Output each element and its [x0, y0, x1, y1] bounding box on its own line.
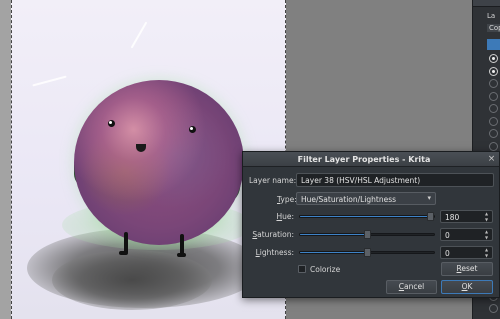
layer-visibility-toggle[interactable]	[487, 128, 500, 140]
button-text: K	[467, 282, 473, 291]
lightness-label: Lightness:	[245, 248, 294, 257]
saturation-label: Saturation:	[245, 230, 294, 239]
colorize-checkbox[interactable]	[298, 265, 306, 273]
label-text: ype:	[280, 195, 297, 204]
eye-icon	[489, 129, 498, 138]
cancel-button[interactable]: Cancel	[386, 280, 437, 294]
blend-mode-dropdown[interactable]: Cop	[487, 24, 500, 32]
label-text: ightness:	[259, 248, 294, 257]
slider-fill	[300, 216, 434, 217]
type-label: Type:	[277, 195, 297, 204]
hue-slider[interactable]	[299, 212, 435, 221]
character-foot	[119, 251, 128, 255]
layer-visibility-toggle[interactable]	[487, 116, 500, 128]
lightness-slider[interactable]	[299, 248, 435, 257]
eye-icon	[489, 66, 498, 76]
selected-layer-row[interactable]	[487, 39, 500, 50]
layer-visibility-toggle[interactable]	[487, 78, 500, 90]
spin-arrows-icon[interactable]: ▲ ▼	[483, 229, 490, 240]
button-text: eset	[461, 264, 478, 273]
hue-spinbox[interactable]: 180 ▲ ▼	[440, 210, 493, 223]
button-text: ancel	[404, 282, 425, 291]
saturation-value: 0	[445, 231, 450, 240]
eye-icon	[489, 54, 498, 63]
slider-handle[interactable]	[363, 248, 371, 257]
chevron-down-icon: ▾	[427, 194, 431, 202]
slider-handle[interactable]	[363, 230, 371, 239]
spin-arrows-icon[interactable]: ▲ ▼	[483, 247, 490, 258]
hue-value: 180	[445, 213, 460, 222]
slider-handle[interactable]	[427, 212, 434, 221]
filter-type-value: Hue/Saturation/Lightness	[301, 195, 397, 204]
slider-fill	[300, 234, 367, 235]
eye-icon	[489, 304, 498, 313]
slider-fill	[300, 252, 367, 253]
lightness-spinbox[interactable]: 0 ▲ ▼	[440, 246, 493, 259]
ok-button[interactable]: OK	[441, 280, 493, 294]
label-text: ue:	[282, 212, 294, 221]
saturation-slider[interactable]	[299, 230, 435, 239]
layer-visibility-toggle[interactable]	[487, 53, 500, 65]
eye-icon	[489, 79, 498, 88]
eye-icon	[489, 141, 498, 151]
label-text: aturation:	[257, 230, 294, 239]
docker-title: La	[487, 12, 496, 20]
reset-button[interactable]: Reset	[441, 262, 493, 276]
dialog-titlebar[interactable]: Filter Layer Properties - Krita ×	[243, 152, 499, 167]
paint-stroke	[32, 75, 67, 87]
docker-tab-bar[interactable]	[473, 0, 500, 7]
layer-name-label: Layer name:	[249, 176, 297, 185]
canvas-margin	[0, 0, 11, 319]
layer-visibility-toggle[interactable]	[487, 91, 500, 103]
close-icon[interactable]: ×	[486, 154, 497, 165]
filter-layer-properties-dialog: Filter Layer Properties - Krita × Layer …	[242, 151, 500, 298]
eye-icon	[489, 116, 498, 126]
hue-label: Hue:	[245, 212, 294, 221]
shadow-ground	[52, 250, 212, 310]
paint-stroke	[130, 21, 148, 49]
layer-visibility-toggle[interactable]	[487, 303, 500, 315]
spin-arrows-icon[interactable]: ▲ ▼	[483, 211, 490, 222]
layer-visibility-toggle[interactable]	[487, 66, 500, 78]
saturation-spinbox[interactable]: 0 ▲ ▼	[440, 228, 493, 241]
character-body	[74, 80, 244, 245]
character-eye	[189, 126, 196, 133]
layer-visibility-toggle[interactable]	[487, 103, 500, 115]
character-foot	[177, 253, 186, 257]
character-eye	[108, 120, 115, 127]
eye-icon	[489, 104, 498, 113]
dialog-title: Filter Layer Properties - Krita	[297, 155, 431, 164]
colorize-label: Colorize	[310, 265, 341, 274]
filter-type-dropdown[interactable]: Hue/Saturation/Lightness ▾	[296, 192, 436, 205]
layer-name-field[interactable]	[296, 173, 494, 187]
lightness-value: 0	[445, 249, 450, 258]
eye-icon	[489, 91, 498, 101]
